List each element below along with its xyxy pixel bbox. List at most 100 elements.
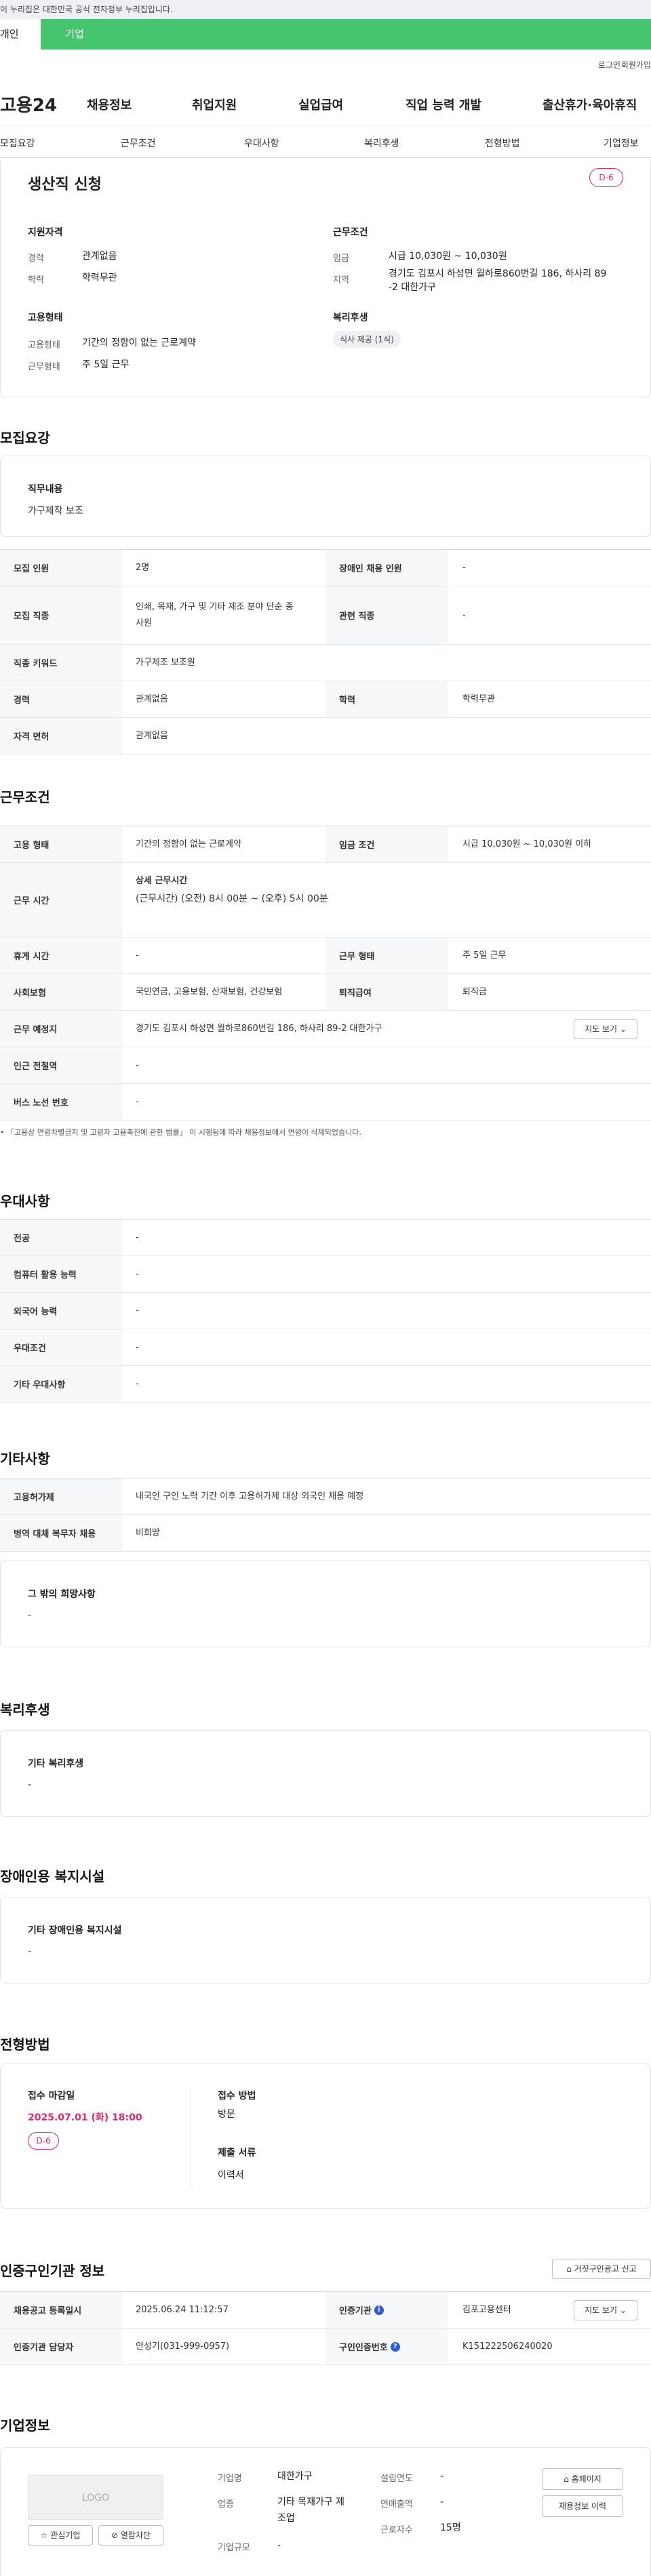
chevron-down-icon: ⌄ (619, 1024, 627, 1034)
emptype-row-label: 고용 형태 (0, 826, 122, 862)
anchor-company[interactable]: 기업정보 (604, 136, 639, 150)
favorite-button-label: 관심기업 (50, 2531, 81, 2540)
wage-row-label: 임금 조건 (326, 826, 448, 862)
reg-value: 2025.06.24 11:12:57 (136, 2305, 229, 2315)
work-section-title: 근무조건 (0, 789, 50, 805)
method-value: 방문 (218, 2109, 235, 2120)
welfare-box-heading: 기타 복리후생 (28, 1758, 84, 1769)
worktype-label: 근무형태 (28, 362, 60, 372)
staff-label: 근로자수 (380, 2525, 413, 2535)
pc-value: - (136, 1269, 139, 1279)
recruit-section-title: 모집요강 (0, 430, 50, 446)
agency-table: 채용공고 등록일시 2025.06.24 11:12:57 인증기관 i 김포고용… (0, 2291, 651, 2365)
severance-value: 퇴직금 (462, 987, 487, 997)
table-row: 전공 - (0, 1220, 651, 1256)
count-label: 모집 인원 (0, 550, 122, 586)
industry-label: 업종 (218, 2499, 234, 2510)
tab-company[interactable]: 기업 (41, 19, 108, 49)
edu-value: 학력무관 (82, 273, 117, 283)
table-row: 외국어 능력 - (0, 1293, 651, 1329)
military-label: 병역 대체 복무자 채용 (0, 1515, 122, 1551)
career-row-value: 관계없음 (136, 694, 168, 704)
cond-heading: 근무조건 (333, 227, 368, 238)
edu-row-label: 학력 (326, 681, 448, 717)
chevron-down-icon: ⌄ (619, 2306, 627, 2315)
menu-unemployment-benefit[interactable]: 실업급여 (298, 96, 343, 113)
welfare-box-value: - (28, 1779, 32, 1790)
area-value-line1: 경기도 김포시 하성면 월하로860번길 186, 하사리 89 (389, 268, 607, 279)
block-button-label: 열람차단 (120, 2531, 151, 2540)
selection-dday-badge: D-6 (28, 2132, 59, 2150)
break-label: 휴게 시간 (0, 938, 122, 973)
summary-card: 생산직 신청 D-6 지원자격 경력 관계없음 학력 학력무관 고용형태 고용형… (0, 160, 651, 397)
tab-personal[interactable]: 개인 (0, 19, 41, 49)
home-icon: ⌂ (564, 2474, 569, 2484)
bus-value: - (136, 1097, 139, 1107)
permit-value: 내국인 구인 노력 기간 이후 고용허가제 대상 외국인 채용 예정 (136, 1491, 364, 1502)
agency-map-button-label: 지도 보기 (585, 2306, 618, 2315)
insurance-value: 국민연금, 고용보험, 산재보험, 건강보험 (136, 987, 283, 997)
table-row: 근무 시간 상세 근무시간 (근무시간) (오전) 8시 00분 ~ (오후) … (0, 863, 651, 938)
company-card: LOGO ☆ 관심기업 ⊘ 열람차단 기업명 대한가구 업종 기타 목재가구 제… (0, 2447, 651, 2576)
age-note-text: 「고용상 연령차별금지 및 고령자 고용촉진에 관한 법률」 이 시행됨에 따라… (7, 1128, 361, 1137)
help-icon[interactable]: i (374, 2305, 384, 2315)
member-type-tabs: 개인 기업 (0, 19, 651, 49)
disabled-value: - (462, 563, 466, 573)
keyword-value: 가구제조 보조원 (136, 658, 195, 668)
welfare-card: 기타 복리후생 - (0, 1730, 651, 1817)
help-icon[interactable]: ? (390, 2341, 400, 2352)
map-button[interactable]: 지도 보기 ⌄ (574, 1019, 637, 1039)
license-value: 관계없음 (136, 731, 168, 741)
menu-employment-support[interactable]: 취업지원 (192, 96, 237, 113)
pref-etc-value: - (136, 1379, 139, 1389)
join-link[interactable]: 회원가입 (621, 59, 651, 71)
history-button[interactable]: 채용정보 이력 (542, 2495, 623, 2517)
homepage-button[interactable]: ⌂ 홈페이지 (542, 2468, 623, 2490)
edu-row-value: 학력무관 (462, 694, 495, 704)
num-label-cell: 구인인증번호? (326, 2329, 448, 2364)
global-nav: 고용24 채용정보 취업지원 실업급여 직업 능력 개발 출산휴가·육아휴직 (0, 77, 651, 125)
menu-job-info[interactable]: 채용정보 (87, 96, 132, 113)
anchor-recruit[interactable]: 모집요강 (0, 136, 35, 150)
report-button[interactable]: ⌂ 거짓구인광고 신고 (552, 2259, 651, 2279)
table-row: 경력 관계없음 학력 학력무관 (0, 681, 651, 718)
age-note: • 「고용상 연령차별금지 및 고령자 고용촉진에 관한 법률」 이 시행됨에 … (0, 1127, 361, 1138)
company-name-label: 기업명 (218, 2474, 242, 2484)
pref-table: 전공 - 컴퓨터 활용 능력 - 외국어 능력 - 우대조건 - 기타 우대사항… (0, 1219, 651, 1403)
duty-heading: 직무내용 (28, 484, 63, 495)
homepage-button-label: 홈페이지 (571, 2474, 601, 2484)
table-row: 병역 대체 복무자 채용 비희망 (0, 1515, 651, 1552)
site-logo[interactable]: 고용24 (0, 92, 57, 117)
menu-vocational-training[interactable]: 직업 능력 개발 (406, 96, 481, 113)
bus-label: 버스 노선 번호 (0, 1084, 122, 1120)
gov-banner-text: 이 누리집은 대한민국 공식 전자정부 누리집입니다. (0, 5, 173, 14)
docs-value: 이력서 (218, 2170, 244, 2181)
etc-section-title: 기타사항 (0, 1451, 50, 1467)
wage-row-value: 시급 10,030원 ~ 10,030원 이하 (462, 839, 592, 849)
org-label: 인증기관 (339, 2306, 372, 2316)
pref-cond-label: 우대조건 (0, 1329, 122, 1365)
block-button[interactable]: ⊘ 열람차단 (98, 2525, 163, 2545)
table-row: 우대조건 - (0, 1329, 651, 1366)
emptype-row-value: 기간의 정함이 없는 근로계약 (136, 839, 241, 849)
hope-value: - (28, 1610, 32, 1621)
anchor-selection[interactable]: 전형방법 (485, 136, 520, 150)
table-row: 버스 노선 번호 - (0, 1084, 651, 1121)
place-label: 근무 예정지 (0, 1011, 122, 1047)
menu-parental-leave[interactable]: 출산휴가·육아휴직 (542, 96, 637, 113)
pc-label: 컴퓨터 활용 능력 (0, 1256, 122, 1292)
lang-value: - (136, 1306, 139, 1316)
welfare-heading: 복리후생 (333, 313, 368, 323)
emptype-label: 고용형태 (28, 340, 60, 350)
disabled-label: 장애인 채용 인원 (326, 550, 448, 586)
login-link[interactable]: 로그인 (598, 59, 620, 71)
anchor-work-conditions[interactable]: 근무조건 (121, 136, 156, 150)
anchor-welfare[interactable]: 복리후생 (364, 136, 399, 150)
station-value: - (136, 1060, 139, 1070)
scale-value: - (277, 2540, 281, 2551)
scale-label: 기업규모 (218, 2543, 250, 2553)
favorite-button[interactable]: ☆ 관심기업 (28, 2525, 93, 2545)
agency-map-button[interactable]: 지도 보기 ⌄ (574, 2300, 637, 2320)
job-value-line1: 인쇄, 목재, 가구 및 기타 제조 분야 단순 종 (136, 602, 294, 612)
anchor-preferences[interactable]: 우대사항 (244, 136, 279, 150)
